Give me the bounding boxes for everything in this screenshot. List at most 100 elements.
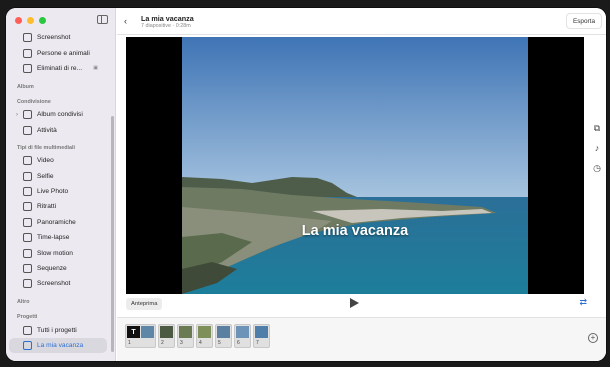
thumbnail-number: 7 bbox=[256, 340, 259, 346]
screenshot-icon bbox=[23, 279, 32, 289]
live-photo-icon bbox=[23, 187, 32, 197]
screenshot-icon bbox=[23, 33, 32, 43]
sidebar-item[interactable]: Eliminati di re... ▣ bbox=[6, 61, 110, 76]
thumbnail-image bbox=[217, 326, 230, 338]
export-button[interactable]: Esporta bbox=[565, 13, 602, 29]
window-controls bbox=[15, 17, 46, 24]
shared-album-icon bbox=[23, 110, 32, 120]
sidebar-item[interactable]: › Album condivisi bbox=[6, 107, 110, 122]
main-area: ‹ La mia vacanza 7 diapositive · 0:28m E… bbox=[117, 8, 606, 361]
sidebar-item[interactable]: Tutti i progetti bbox=[6, 322, 110, 337]
slide-preview: La mia vacanza bbox=[126, 37, 584, 294]
sidebar-item-label: Screenshot bbox=[37, 34, 71, 42]
sidebar-item[interactable]: Selfie bbox=[6, 169, 110, 184]
panorama-icon bbox=[23, 217, 32, 227]
sidebar-item[interactable]: Live Photo bbox=[6, 184, 110, 199]
thumbnail-image bbox=[198, 326, 211, 338]
music-icon[interactable]: ♪ bbox=[587, 138, 606, 158]
sidebar-item-label: Live Photo bbox=[37, 188, 69, 196]
sidebar-item[interactable]: Persone e animali bbox=[6, 45, 110, 60]
chevron-right-icon[interactable]: › bbox=[16, 112, 18, 118]
preview-button[interactable]: Anteprima bbox=[126, 298, 163, 310]
minimize-window-button[interactable] bbox=[27, 17, 34, 24]
playback-controls: Anteprima ⇄ bbox=[126, 297, 587, 313]
sidebar-item[interactable]: Panoramiche bbox=[6, 215, 110, 230]
filmstrip: T1234567 + bbox=[117, 317, 606, 361]
sidebar-item[interactable]: Screenshot bbox=[6, 276, 110, 291]
thumbnail-image bbox=[179, 326, 192, 338]
slideshow-icon bbox=[23, 341, 32, 350]
sidebar-item-label: Video bbox=[37, 157, 54, 165]
burst-icon bbox=[23, 264, 32, 274]
zoom-window-button[interactable] bbox=[39, 17, 46, 24]
thumbnail-number: 2 bbox=[161, 340, 164, 346]
themes-icon[interactable]: ⧉ bbox=[587, 118, 606, 138]
slide-thumbnail[interactable]: 4 bbox=[196, 324, 213, 348]
slide-thumbnail[interactable]: T1 bbox=[125, 324, 156, 348]
slide-title-overlay[interactable]: La mia vacanza bbox=[126, 223, 584, 239]
sidebar-item-label: Eliminati di re... bbox=[37, 64, 83, 72]
slowmo-icon bbox=[23, 248, 32, 258]
sidebar-list: Screenshot Persone e animali Eliminati di … bbox=[6, 30, 110, 354]
sidebar-item-label: Panoramiche bbox=[37, 218, 76, 226]
sidebar-item[interactable]: Ritratti bbox=[6, 199, 110, 214]
thumbnail-number: 5 bbox=[218, 340, 221, 346]
sidebar-item-label: Selfie bbox=[37, 172, 54, 180]
thumbnail-number: 3 bbox=[180, 340, 183, 346]
sidebar-item-label: La mia vacanza bbox=[37, 342, 84, 349]
sidebar-item[interactable]: Attività bbox=[6, 122, 110, 137]
person-icon bbox=[23, 48, 32, 58]
sidebar-item-label: Sequenze bbox=[37, 265, 67, 273]
sidebar-item[interactable]: Time-lapse bbox=[6, 230, 110, 245]
project-title: La mia vacanza bbox=[141, 14, 194, 23]
play-icon[interactable] bbox=[350, 298, 359, 308]
back-chevron-icon[interactable]: ‹ bbox=[124, 16, 127, 26]
slide-photo bbox=[182, 37, 528, 294]
sidebar-section-header: Progetti bbox=[17, 314, 38, 321]
sidebar-section-header: Tipi di file multimediali bbox=[17, 145, 76, 152]
trash-icon bbox=[23, 63, 32, 73]
sidebar-item-label: Album condivisi bbox=[37, 111, 83, 119]
close-window-button[interactable] bbox=[15, 17, 22, 24]
sidebar: Screenshot Persone e animali Eliminati di … bbox=[6, 8, 116, 361]
thumbnail-image bbox=[255, 326, 268, 338]
duration-clock-icon[interactable]: ◷ bbox=[587, 158, 606, 178]
thumbnail-image bbox=[236, 326, 249, 338]
slide-thumbnail[interactable]: 5 bbox=[215, 324, 232, 348]
project-subtitle: 7 diapositive · 0:28m bbox=[141, 23, 191, 29]
sidebar-item-label: Persone e animali bbox=[37, 49, 90, 57]
sidebar-item-label: Tutti i progetti bbox=[37, 326, 77, 334]
sidebar-section-header: Altro bbox=[17, 299, 30, 306]
slide-thumbnail[interactable]: 2 bbox=[158, 324, 175, 348]
sidebar-item[interactable]: Slow motion bbox=[6, 245, 110, 260]
thumbnail-number: 4 bbox=[199, 340, 202, 346]
sidebar-section-header: Condivisione bbox=[17, 98, 51, 105]
add-slide-icon[interactable]: + bbox=[588, 333, 598, 343]
sidebar-item-label: Time-lapse bbox=[37, 234, 70, 242]
lock-icon: ▣ bbox=[93, 65, 98, 72]
sidebar-item[interactable]: La mia vacanza bbox=[9, 337, 107, 354]
sidebar-item-label: Ritratti bbox=[37, 203, 57, 211]
thumbnail-number: 1 bbox=[128, 340, 131, 346]
toolbar: ‹ La mia vacanza 7 diapositive · 0:28m E… bbox=[117, 8, 606, 35]
timelapse-icon bbox=[23, 233, 32, 243]
slide-thumbnail[interactable]: 3 bbox=[177, 324, 194, 348]
portrait-icon bbox=[23, 202, 32, 212]
sidebar-item-label: Slow motion bbox=[37, 249, 73, 257]
right-toolbar: ⧉ ♪ ◷ bbox=[587, 118, 606, 178]
sidebar-item-label: Attività bbox=[37, 126, 57, 134]
coastal-landscape-image bbox=[182, 37, 528, 294]
sidebar-item[interactable]: Sequenze bbox=[6, 261, 110, 276]
selfie-icon bbox=[23, 171, 32, 181]
text-slide-icon: T bbox=[127, 326, 140, 338]
sidebar-scrollbar[interactable] bbox=[111, 116, 114, 352]
slide-thumbnail[interactable]: 7 bbox=[253, 324, 270, 348]
video-icon bbox=[23, 156, 32, 166]
thumbnail-image bbox=[141, 326, 154, 338]
sidebar-item[interactable]: Video bbox=[6, 153, 110, 168]
loop-icon[interactable]: ⇄ bbox=[579, 297, 587, 308]
thumbnail-number: 6 bbox=[237, 340, 240, 346]
slide-thumbnail[interactable]: 6 bbox=[234, 324, 251, 348]
sidebar-item[interactable]: Screenshot bbox=[6, 30, 110, 45]
sidebar-toggle-icon[interactable] bbox=[97, 15, 108, 24]
